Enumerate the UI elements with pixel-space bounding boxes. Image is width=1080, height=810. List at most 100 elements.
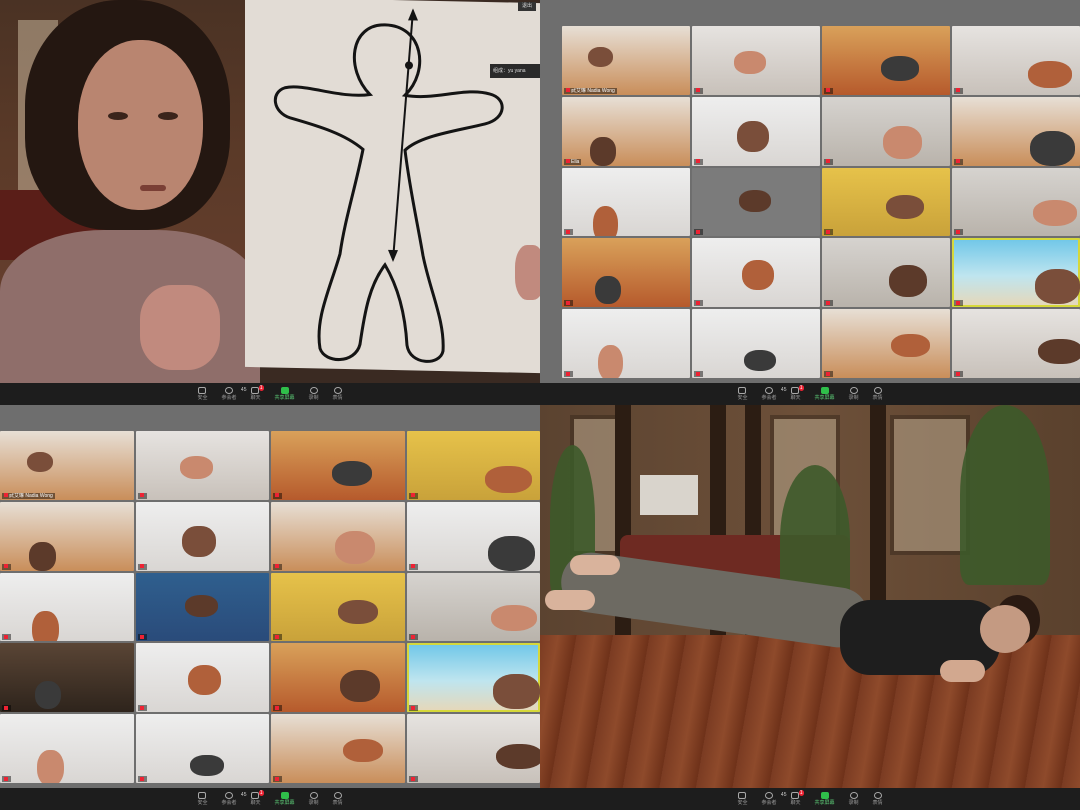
video-tile[interactable]	[562, 309, 690, 378]
muted-mic-icon	[566, 230, 570, 235]
record-button[interactable]: 录制	[309, 387, 319, 401]
security-button[interactable]: 安全	[737, 792, 747, 806]
gallery-view-pane-top: 武艾琳 Nadia Wong Ella 安全 参会者 45 聊天 1 共享屏幕 录制 …	[540, 0, 1080, 405]
muted-mic-icon	[410, 776, 415, 781]
muted-mic-icon	[696, 300, 700, 305]
participant-name	[564, 229, 573, 236]
video-tile[interactable]	[406, 714, 540, 783]
video-tile[interactable]	[406, 643, 540, 713]
video-tile[interactable]	[952, 309, 1080, 378]
reaction-button[interactable]: 表情	[333, 387, 343, 401]
security-button[interactable]: 安全	[197, 387, 207, 401]
reaction-button[interactable]: 表情	[873, 792, 883, 806]
video-tile[interactable]	[692, 96, 820, 166]
video-tile[interactable]	[0, 501, 134, 571]
video-tile[interactable]	[0, 714, 134, 783]
participant-name	[824, 300, 833, 307]
video-tile[interactable]: Ella	[562, 96, 690, 166]
dancer-foot	[570, 555, 620, 575]
muted-mic-icon	[4, 776, 8, 781]
video-tile[interactable]	[822, 26, 950, 95]
video-tile[interactable]	[822, 96, 950, 166]
video-tile[interactable]	[952, 26, 1080, 95]
participant-count: 45	[240, 387, 247, 393]
participant-count: 45	[780, 792, 787, 798]
video-tile[interactable]	[822, 238, 950, 308]
video-tile[interactable]	[692, 26, 820, 95]
participants-button[interactable]: 参会者 45	[221, 792, 246, 806]
video-tile[interactable]	[406, 431, 540, 500]
muted-mic-icon	[826, 300, 830, 305]
reaction-button[interactable]: 表情	[873, 387, 883, 401]
reaction-button[interactable]: 表情	[333, 792, 343, 806]
video-tile[interactable]	[135, 431, 269, 500]
chat-button[interactable]: 聊天 1	[250, 385, 264, 401]
video-tile[interactable]	[135, 572, 269, 642]
muted-mic-icon	[696, 159, 700, 164]
video-tile[interactable]	[271, 572, 405, 642]
muted-mic-icon	[4, 564, 8, 569]
video-tile[interactable]	[822, 167, 950, 237]
participants-icon	[224, 792, 233, 799]
video-tile[interactable]	[271, 714, 405, 783]
zoom-collage: 组成：yu yana 退出 安全 参会者 45 聊天 1 共享屏幕 录制 表情 武艾…	[0, 0, 1080, 810]
participant-name	[564, 371, 573, 377]
exit-fullscreen-button[interactable]: 退出	[518, 2, 536, 11]
participant-figure	[34, 680, 62, 709]
share-screen-button[interactable]: 共享屏幕	[815, 792, 835, 806]
share-screen-button[interactable]: 共享屏幕	[275, 792, 295, 806]
participant-figure	[883, 125, 922, 159]
video-tile[interactable]	[952, 167, 1080, 237]
meeting-toolbar: 安全 参会者 45 聊天 1 共享屏幕 录制 表情	[0, 788, 540, 810]
muted-mic-icon	[4, 493, 8, 498]
share-screen-button[interactable]: 共享屏幕	[815, 387, 835, 401]
video-tile[interactable]	[135, 714, 269, 783]
video-tile[interactable]	[562, 238, 690, 308]
participant-name	[408, 492, 418, 499]
video-tile[interactable]	[271, 501, 405, 571]
participant-figure	[184, 595, 219, 618]
video-tile[interactable]	[692, 238, 820, 308]
security-button[interactable]: 安全	[737, 387, 747, 401]
shield-icon	[738, 387, 747, 394]
video-tile[interactable]	[406, 501, 540, 571]
video-tile[interactable]	[271, 643, 405, 713]
participant-name	[408, 634, 418, 641]
video-tile[interactable]	[562, 167, 690, 237]
video-tile[interactable]	[822, 309, 950, 378]
video-tile[interactable]	[692, 309, 820, 378]
chat-button[interactable]: 聊天 1	[790, 385, 804, 401]
chat-button[interactable]: 聊天 1	[250, 790, 264, 806]
chat-button[interactable]: 聊天 1	[790, 790, 804, 806]
participants-button[interactable]: 参会者 45	[221, 387, 246, 401]
participant-name	[137, 634, 147, 641]
participant-name: 武艾琳 Nadia Wong	[2, 492, 55, 499]
meeting-toolbar: 安全 参会者 45 聊天 1 共享屏幕 录制 表情	[540, 383, 1080, 405]
video-tile[interactable]	[0, 572, 134, 642]
video-tile[interactable]	[0, 643, 134, 713]
participants-button[interactable]: 参会者 45	[761, 387, 786, 401]
video-tile[interactable]: 武艾琳 Nadia Wong	[0, 431, 134, 500]
participant-name	[954, 300, 963, 307]
video-tile[interactable]	[952, 96, 1080, 166]
muted-mic-icon	[275, 493, 279, 498]
video-tile[interactable]	[692, 167, 820, 237]
video-tile[interactable]	[135, 643, 269, 713]
video-tile[interactable]	[952, 238, 1080, 308]
security-button[interactable]: 安全	[197, 792, 207, 806]
share-screen-button[interactable]: 共享屏幕	[275, 387, 295, 401]
video-tile[interactable]: 武艾琳 Nadia Wong	[562, 26, 690, 95]
record-button[interactable]: 录制	[309, 792, 319, 806]
video-tile[interactable]	[406, 572, 540, 642]
participant-figure	[493, 674, 540, 709]
record-button[interactable]: 录制	[849, 792, 859, 806]
video-tile[interactable]	[271, 431, 405, 500]
participants-button[interactable]: 参会者 45	[761, 792, 786, 806]
record-button[interactable]: 录制	[849, 387, 859, 401]
participant-figure	[187, 664, 221, 695]
shield-icon	[738, 792, 747, 799]
participant-name	[824, 158, 833, 165]
video-tile[interactable]	[135, 501, 269, 571]
participant-figure	[343, 738, 384, 763]
speaker-eye	[108, 112, 128, 120]
